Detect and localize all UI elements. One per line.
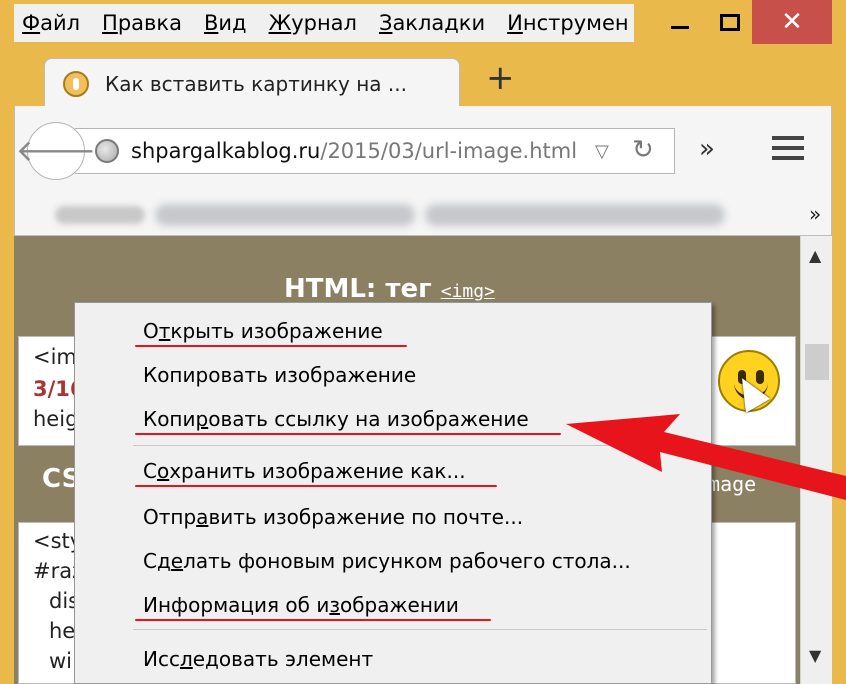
bookmarks-bar: » <box>14 194 832 236</box>
bookmarks-overflow-icon[interactable]: » <box>809 202 821 226</box>
back-button[interactable]: 🡐 <box>16 122 96 180</box>
code-line: heig <box>33 407 79 431</box>
browser-window: Файл Правка Вид Журнал Закладки Инструме… <box>0 0 846 684</box>
menu-tools[interactable]: Инструмен <box>507 11 628 35</box>
toolbar-overflow-icon[interactable]: » <box>699 134 715 164</box>
ctx-email-image[interactable]: Отправить изображение по почте... <box>143 505 523 529</box>
tab-active[interactable]: Как вставить картинку на ... <box>44 58 460 108</box>
code-line: he <box>49 619 76 643</box>
blurred-bookmark[interactable] <box>425 204 725 226</box>
tab-title: Как вставить картинку на ... <box>105 71 407 96</box>
blurred-bookmark[interactable] <box>155 204 415 226</box>
vertical-scrollbar[interactable]: ▲ ▼ <box>800 236 832 684</box>
url-bar[interactable]: shpargalkablog.ru/2015/03/url-image.html… <box>75 128 675 174</box>
red-underline <box>135 619 491 621</box>
scroll-up-icon[interactable]: ▲ <box>809 246 821 265</box>
red-underline <box>135 485 497 487</box>
reload-icon[interactable]: ↻ <box>632 135 654 165</box>
context-menu: Открыть изображение Копировать изображен… <box>74 302 712 684</box>
ctx-view-image-info[interactable]: Информация об изображении <box>143 593 459 617</box>
menu-separator <box>133 629 707 630</box>
page-heading: HTML: тег <img> <box>284 274 495 304</box>
ctx-copy-image[interactable]: Копировать изображение <box>143 363 416 387</box>
menu-file[interactable]: Файл <box>22 11 80 35</box>
menu-edit[interactable]: Правка <box>102 11 182 35</box>
site-favicon <box>63 70 89 97</box>
tab-strip: Как вставить картинку на ... + <box>14 44 832 108</box>
scroll-thumb[interactable] <box>805 344 829 380</box>
menu-bookmarks[interactable]: Закладки <box>379 11 485 35</box>
ctx-inspect-element[interactable]: Исследовать элемент <box>143 647 373 671</box>
navigation-bar: shpargalkablog.ru/2015/03/url-image.html… <box>14 106 832 194</box>
new-tab-button[interactable]: + <box>486 58 515 98</box>
back-arrow-icon: 🡐 <box>15 134 97 169</box>
code-line: wi <box>49 649 73 673</box>
minimize-icon <box>671 25 689 29</box>
menu-view[interactable]: Вид <box>204 11 247 35</box>
red-underline <box>135 433 561 435</box>
scroll-down-icon[interactable]: ▼ <box>809 646 821 665</box>
globe-icon <box>95 139 119 163</box>
close-icon: ✕ <box>781 7 803 37</box>
ctx-open-image[interactable]: Открыть изображение <box>143 319 383 343</box>
code-line: <im <box>33 345 77 369</box>
ctx-set-desktop-background[interactable]: Сделать фоновым рисунком рабочего стола.… <box>143 549 631 573</box>
maximize-icon <box>720 13 740 31</box>
blurred-bookmark[interactable] <box>55 206 145 224</box>
red-underline <box>135 345 407 347</box>
url-text: shpargalkablog.ru/2015/03/url-image.html <box>131 139 578 163</box>
url-dropdown-icon[interactable]: ▽ <box>595 141 609 162</box>
hamburger-menu-icon[interactable] <box>772 136 804 166</box>
menu-bar: Файл Правка Вид Журнал Закладки Инструме… <box>14 4 634 42</box>
ctx-save-image-as[interactable]: Сохранить изображение как... <box>143 459 466 483</box>
menu-separator <box>133 445 707 446</box>
ctx-copy-image-link[interactable]: Копировать ссылку на изображение <box>143 407 529 431</box>
menu-history[interactable]: Журнал <box>269 11 357 35</box>
close-button[interactable]: ✕ <box>752 0 832 44</box>
